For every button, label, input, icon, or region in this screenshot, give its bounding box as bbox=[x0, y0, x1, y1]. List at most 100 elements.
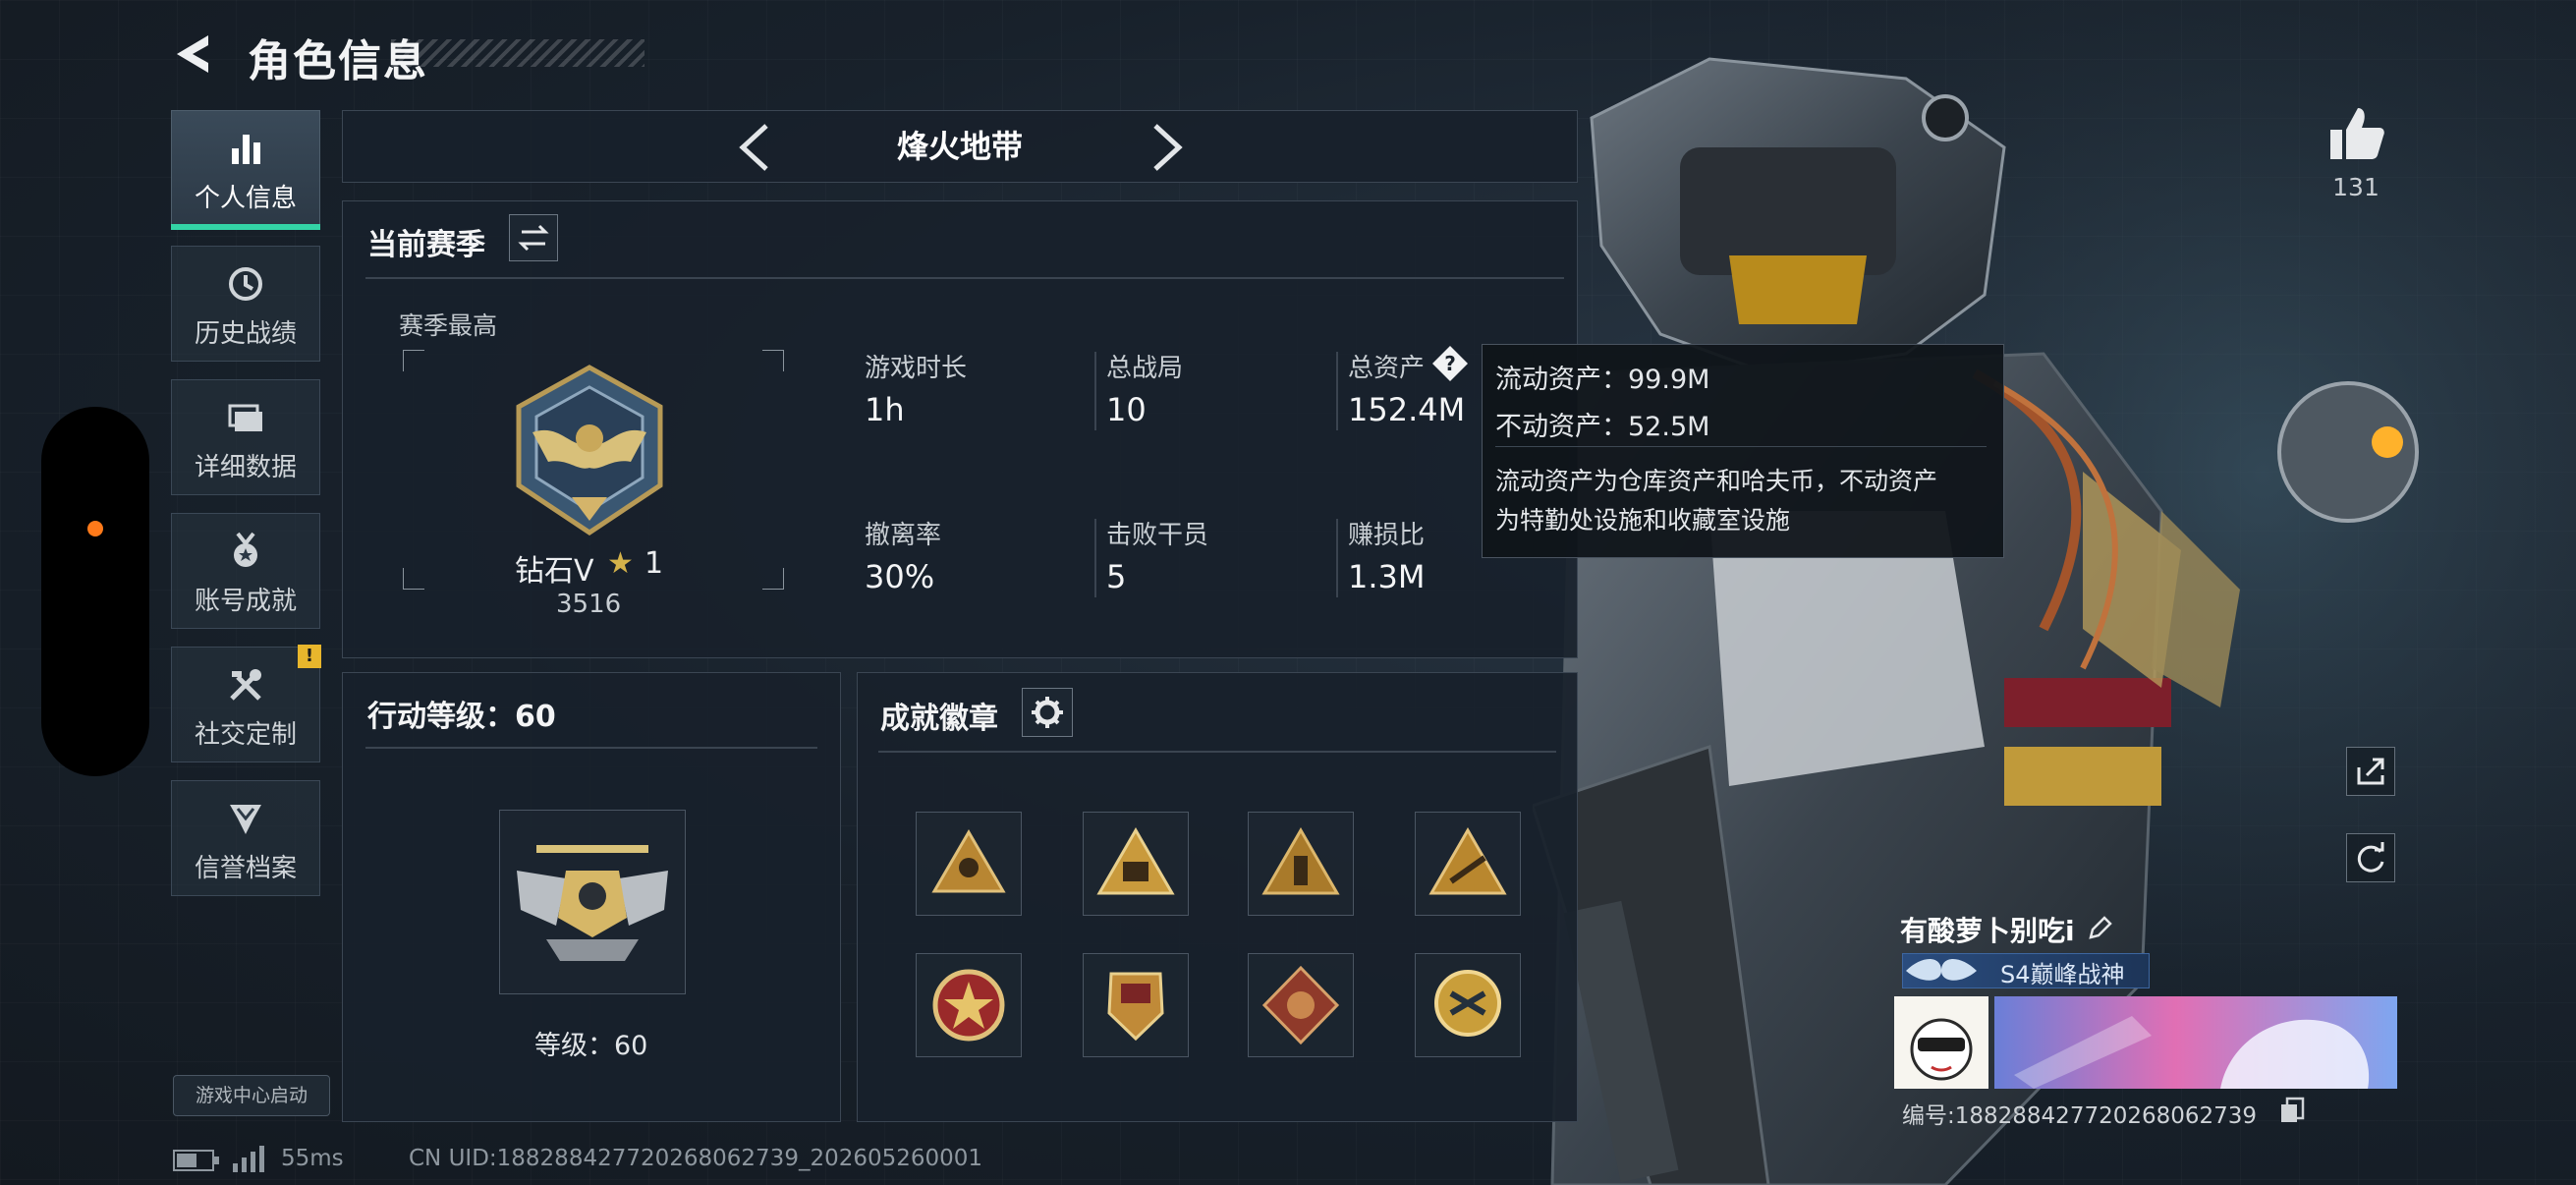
warning-badge: ! bbox=[298, 645, 321, 668]
like-count: 131 bbox=[2332, 173, 2380, 201]
badge-slot[interactable] bbox=[1083, 953, 1189, 1057]
game-center-button[interactable]: 游戏中心启动 bbox=[173, 1075, 330, 1116]
stat-value-assets: 152.4M bbox=[1348, 391, 1466, 428]
badge-slot[interactable] bbox=[1415, 812, 1521, 916]
tools-icon bbox=[230, 669, 261, 701]
refresh-button[interactable] bbox=[2346, 833, 2395, 882]
season-title: 当前赛季 bbox=[367, 228, 485, 262]
tooltip-fixed-assets: 不动资产：52.5M bbox=[1495, 412, 1710, 442]
chevron-right-icon[interactable] bbox=[1146, 122, 1189, 173]
avatar[interactable] bbox=[1894, 996, 1988, 1089]
refresh-icon bbox=[2357, 842, 2384, 873]
stat-value-extract-rate: 30% bbox=[865, 558, 935, 595]
swap-season-button[interactable] bbox=[509, 214, 558, 261]
level-label: 等级：60 bbox=[534, 1031, 648, 1061]
badge-slot[interactable] bbox=[1083, 812, 1189, 916]
tooltip-desc-line1: 流动资产为仓库资产和哈夫币，不动资产 bbox=[1495, 467, 1938, 495]
ping-value: 55ms bbox=[281, 1146, 344, 1171]
stat-value-playtime: 1h bbox=[865, 391, 905, 428]
title-badge-text: S4巅峰战神 bbox=[2000, 961, 2125, 988]
floating-pill[interactable] bbox=[41, 407, 149, 776]
folder-stack-icon bbox=[228, 404, 262, 431]
stat-value-profit-ratio: 1.3M bbox=[1348, 558, 1426, 595]
rank-name: 钻石V bbox=[515, 554, 594, 589]
profile-banner bbox=[1994, 996, 2397, 1089]
stat-label-profit-ratio: 赚损比 bbox=[1348, 521, 1426, 550]
share-icon bbox=[2357, 758, 2384, 785]
season-divider bbox=[365, 277, 1564, 279]
nav-label: 个人信息 bbox=[194, 184, 297, 213]
nav-item-profile[interactable]: 个人信息 bbox=[171, 110, 320, 226]
bar-chart-icon bbox=[232, 135, 260, 164]
chevron-left-icon[interactable] bbox=[733, 122, 776, 173]
badge-slot[interactable] bbox=[1248, 953, 1354, 1057]
level-divider bbox=[365, 747, 817, 749]
status-dot bbox=[87, 521, 103, 536]
battery-icon bbox=[173, 1150, 219, 1171]
stat-label-playtime: 游戏时长 bbox=[865, 354, 968, 383]
title-decoration bbox=[391, 39, 644, 67]
stat-label-kills: 击败干员 bbox=[1106, 521, 1209, 550]
stat-label-matches: 总战局 bbox=[1106, 354, 1184, 383]
thumbs-up-icon[interactable] bbox=[2324, 102, 2387, 165]
nav-item-achievements[interactable]: 账号成就 bbox=[171, 513, 320, 629]
mode-title: 烽火地带 bbox=[896, 128, 1023, 165]
stat-separator bbox=[1336, 519, 1338, 597]
diamond-rank-emblem bbox=[516, 365, 663, 536]
uid-text: CN UID:18828842772026806273​9_2026052600… bbox=[409, 1146, 983, 1171]
star-icon: ★ bbox=[607, 546, 634, 581]
badge-slot[interactable] bbox=[1248, 812, 1354, 916]
badge-title: 成就徽章 bbox=[880, 702, 998, 736]
gold-shield-badge-icon bbox=[1434, 970, 1501, 1037]
help-icon[interactable]: ? bbox=[1430, 344, 1470, 383]
stat-value-matches: 10 bbox=[1106, 391, 1147, 428]
rank-stars: 1 bbox=[644, 546, 664, 581]
stat-label-assets: 总资产 bbox=[1348, 354, 1426, 383]
badge-slot[interactable] bbox=[916, 953, 1022, 1057]
swap-icon bbox=[518, 224, 549, 252]
triangle-arrow-badge-icon bbox=[1428, 827, 1507, 895]
stat-separator bbox=[1094, 352, 1096, 430]
nav-label: 详细数据 bbox=[194, 453, 297, 482]
svg-text:?: ? bbox=[1444, 352, 1456, 375]
red-star-badge-icon bbox=[932, 969, 1005, 1042]
stat-separator bbox=[1094, 519, 1096, 597]
copy-icon[interactable] bbox=[2279, 1097, 2305, 1124]
season-best-label: 赛季最高 bbox=[399, 311, 498, 340]
action-level-title: 行动等级：60 bbox=[367, 700, 556, 734]
stat-separator bbox=[1336, 352, 1338, 430]
nav-item-credit[interactable]: 信誉档案 bbox=[171, 780, 320, 896]
triangle-s8-badge-icon bbox=[1096, 827, 1175, 895]
nav-label: 账号成就 bbox=[194, 587, 297, 616]
stat-label-extract-rate: 撤离率 bbox=[865, 521, 942, 550]
nav-label: 信誉档案 bbox=[194, 854, 297, 883]
nav-label: 历史战绩 bbox=[194, 319, 297, 349]
edit-pencil-icon[interactable] bbox=[2085, 914, 2114, 943]
signal-icon bbox=[233, 1146, 264, 1172]
history-clock-icon bbox=[229, 267, 262, 301]
badge-divider bbox=[878, 751, 1556, 753]
nav-item-details[interactable]: 详细数据 bbox=[171, 379, 320, 495]
rank-points: 3516 bbox=[556, 590, 622, 619]
nav-label: 社交定制 bbox=[194, 720, 297, 750]
dragon-diamond-badge-icon bbox=[1261, 965, 1340, 1045]
gear-icon bbox=[1032, 697, 1063, 728]
triangle-soldier-badge-icon bbox=[931, 829, 1006, 893]
badge-settings-button[interactable] bbox=[1022, 688, 1073, 737]
title-wings-icon bbox=[1906, 959, 1977, 981]
shield-chevron-icon bbox=[230, 805, 261, 834]
triangle-figure-badge-icon bbox=[1261, 827, 1340, 895]
nav-active-indicator bbox=[171, 224, 320, 230]
tooltip-desc-line2: 为特勤处设施和收藏室设施 bbox=[1495, 506, 1791, 535]
stat-value-kills: 5 bbox=[1106, 558, 1127, 595]
shield-emblem-badge-icon bbox=[1107, 972, 1164, 1042]
tooltip-divider bbox=[1495, 446, 1987, 447]
player-name: 有酸萝卜别吃i bbox=[1900, 915, 2075, 947]
badge-slot[interactable] bbox=[1415, 953, 1521, 1057]
tooltip-liquid-assets: 流动资产：99.9M bbox=[1495, 365, 1710, 395]
nav-item-history[interactable]: 历史战绩 bbox=[171, 246, 320, 362]
back-arrow-icon[interactable] bbox=[169, 29, 218, 79]
share-button[interactable] bbox=[2346, 747, 2395, 796]
helicopter-level-emblem bbox=[517, 845, 668, 961]
badge-slot[interactable] bbox=[916, 812, 1022, 916]
